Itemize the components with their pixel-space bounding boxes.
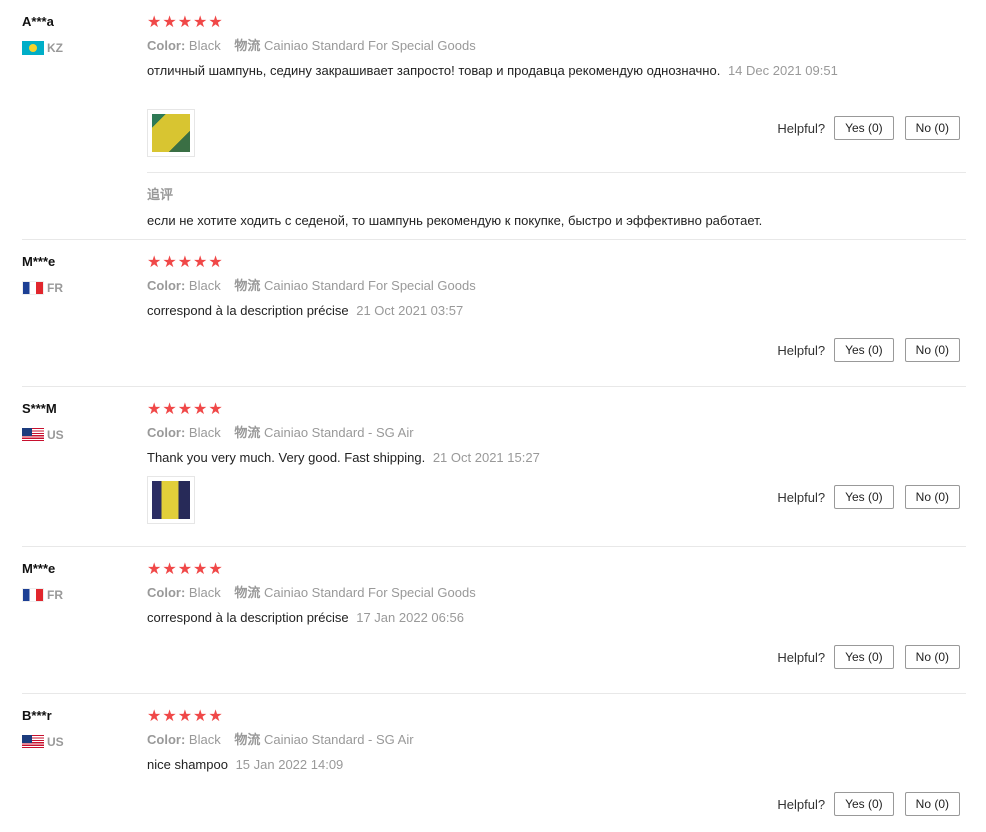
reviewer-name: M***e (22, 254, 56, 269)
review-attributes: Color: Black 物流 Cainiao Standard For Spe… (147, 277, 966, 295)
review-date: 21 Oct 2021 15:27 (432, 450, 540, 465)
helpful-label: Helpful? (777, 489, 826, 505)
helpful-label: Helpful? (777, 342, 826, 358)
review-content: ★★★★★ Color: Black 物流 Cainiao Standard F… (147, 561, 966, 626)
reviewer-country: FR (22, 281, 63, 295)
helpful-yes-button[interactable]: Yes (0) (834, 645, 894, 669)
shipping-label: 物流 (234, 585, 261, 600)
review-divider (22, 546, 966, 547)
review-date: 14 Dec 2021 09:51 (727, 63, 838, 78)
reviewer-name: B***r (22, 708, 52, 723)
reviewer-name: M***e (22, 561, 56, 576)
review-divider (22, 386, 966, 387)
helpful-no-button[interactable]: No (0) (904, 645, 960, 669)
reviewer-country: KZ (22, 41, 63, 55)
helpful-label: Helpful? (777, 649, 826, 665)
helpful-vote: Helpful? Yes (0) No (0) (777, 645, 960, 669)
reviewer-country: US (22, 735, 64, 749)
helpful-no-button[interactable]: No (0) (904, 792, 960, 816)
country-code: FR (47, 281, 63, 295)
helpful-vote: Helpful? Yes (0) No (0) (777, 792, 960, 816)
review-content: ★★★★★ Color: Black 物流 Cainiao Standard F… (147, 254, 966, 319)
helpful-label: Helpful? (777, 796, 826, 812)
shipping-label: 物流 (234, 278, 261, 293)
review-photo-thumbnail[interactable] (147, 476, 195, 524)
color-label: Color: (147, 278, 186, 293)
color-value: Black (188, 278, 221, 293)
color-label: Color: (147, 585, 186, 600)
usa-flag-icon (22, 735, 44, 749)
review-attributes: Color: Black 物流 Cainiao Standard - SG Ai… (147, 731, 966, 749)
review-text: nice shampoo 15 Jan 2022 14:09 (147, 757, 344, 772)
star-rating: ★★★★★ (147, 14, 224, 31)
review-attributes: Color: Black 物流 Cainiao Standard For Spe… (147, 584, 966, 602)
shipping-value: Cainiao Standard For Special Goods (263, 278, 476, 293)
review-content: ★★★★★ Color: Black 物流 Cainiao Standard -… (147, 401, 966, 466)
reviewer-name: S***M (22, 401, 57, 416)
review-text: correspond à la description précise 21 O… (147, 303, 464, 318)
country-code: KZ (47, 41, 63, 55)
france-flag-icon (22, 281, 44, 295)
helpful-yes-button[interactable]: Yes (0) (834, 116, 894, 140)
helpful-yes-button[interactable]: Yes (0) (834, 485, 894, 509)
color-label: Color: (147, 38, 186, 53)
color-value: Black (188, 732, 221, 747)
followup-text: если не хотите ходить с седеной, то шамп… (147, 213, 763, 228)
shipping-value: Cainiao Standard For Special Goods (263, 38, 476, 53)
france-flag-icon (22, 588, 44, 602)
kazakhstan-flag-icon (22, 41, 44, 55)
helpful-no-button[interactable]: No (0) (904, 485, 960, 509)
reviewer-country: US (22, 428, 64, 442)
star-rating: ★★★★★ (147, 708, 224, 725)
helpful-yes-button[interactable]: Yes (0) (834, 792, 894, 816)
reviewer-country: FR (22, 588, 63, 602)
review-text: correspond à la description précise 17 J… (147, 610, 464, 625)
color-label: Color: (147, 732, 186, 747)
review-attributes: Color: Black 物流 Cainiao Standard - SG Ai… (147, 424, 966, 442)
shipping-value: Cainiao Standard - SG Air (263, 732, 414, 747)
followup-divider (147, 172, 966, 173)
review-content: ★★★★★ Color: Black 物流 Cainiao Standard F… (147, 14, 966, 79)
review-divider (22, 239, 966, 240)
country-code: FR (47, 588, 63, 602)
helpful-vote: Helpful? Yes (0) No (0) (777, 338, 960, 362)
country-code: US (47, 735, 64, 749)
helpful-no-button[interactable]: No (0) (904, 116, 960, 140)
review-date: 15 Jan 2022 14:09 (235, 757, 344, 772)
star-rating: ★★★★★ (147, 401, 224, 418)
review-attributes: Color: Black 物流 Cainiao Standard For Spe… (147, 37, 966, 55)
star-rating: ★★★★★ (147, 254, 224, 271)
color-value: Black (188, 425, 221, 440)
shipping-label: 物流 (234, 425, 261, 440)
usa-flag-icon (22, 428, 44, 442)
review-date: 21 Oct 2021 03:57 (356, 303, 464, 318)
helpful-yes-button[interactable]: Yes (0) (834, 338, 894, 362)
review-photo-thumbnail[interactable] (147, 109, 195, 157)
color-label: Color: (147, 425, 186, 440)
review-text: Thank you very much. Very good. Fast shi… (147, 450, 540, 465)
country-code: US (47, 428, 64, 442)
shipping-label: 物流 (234, 732, 261, 747)
star-rating: ★★★★★ (147, 561, 224, 578)
review-divider (22, 693, 966, 694)
helpful-no-button[interactable]: No (0) (904, 338, 960, 362)
color-value: Black (188, 38, 221, 53)
helpful-vote: Helpful? Yes (0) No (0) (777, 485, 960, 509)
shipping-value: Cainiao Standard For Special Goods (263, 585, 476, 600)
followup-title: 追评 (147, 187, 174, 202)
review-date: 17 Jan 2022 06:56 (356, 610, 464, 625)
reviewer-name: A***a (22, 14, 54, 29)
shipping-value: Cainiao Standard - SG Air (263, 425, 414, 440)
review-content: ★★★★★ Color: Black 物流 Cainiao Standard -… (147, 708, 966, 773)
helpful-label: Helpful? (777, 120, 826, 136)
helpful-vote: Helpful? Yes (0) No (0) (777, 116, 960, 140)
review-text: отличный шампунь, седину закрашивает зап… (147, 63, 838, 78)
color-value: Black (188, 585, 221, 600)
shipping-label: 物流 (234, 38, 261, 53)
